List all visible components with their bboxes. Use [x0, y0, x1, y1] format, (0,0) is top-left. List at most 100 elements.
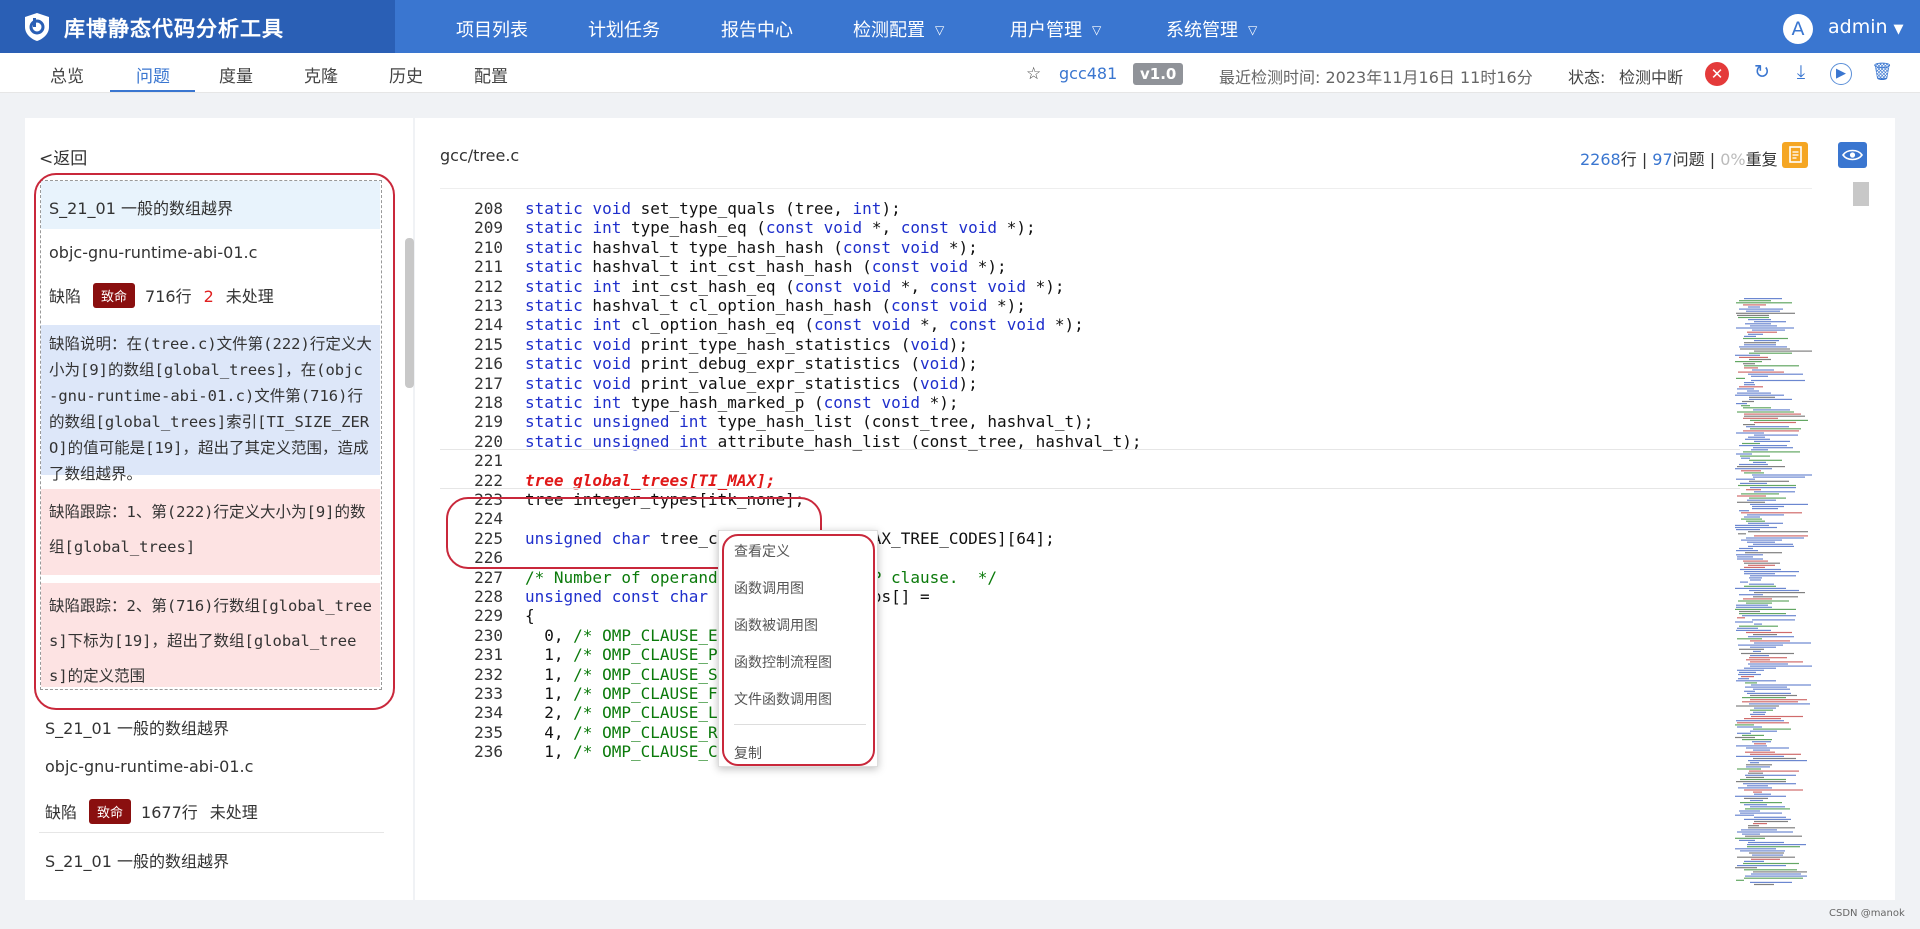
star-icon[interactable]: ☆ [1026, 64, 1041, 84]
code-minimap[interactable] [1730, 298, 1880, 898]
minimap-line [1753, 871, 1807, 873]
nav-scheduled-tasks[interactable]: 计划任务 [588, 16, 660, 42]
trash-icon[interactable]: 🗑 [1871, 63, 1893, 85]
minimap-line [1739, 613, 1786, 615]
minimap-line [1750, 579, 1761, 581]
minimap-line [1747, 844, 1806, 846]
minimap-line [1753, 596, 1798, 598]
minimap-line [1746, 766, 1770, 768]
minimap-line [1735, 736, 1755, 739]
minimap-line [1751, 873, 1801, 875]
minimap-line [1750, 699, 1807, 701]
minimap-line [1749, 497, 1786, 499]
minimap-line [1752, 505, 1784, 508]
download-icon[interactable]: ⤓ [1790, 63, 1812, 85]
nav-report-center[interactable]: 报告中心 [721, 16, 793, 42]
stop-icon[interactable]: ✕ [1705, 62, 1729, 86]
minimap-line [1753, 791, 1762, 793]
user-menu[interactable]: admin ▼ [1828, 16, 1904, 38]
minimap-line [1745, 682, 1757, 684]
minimap-line [1748, 827, 1795, 829]
minimap-line [1750, 655, 1769, 657]
minimap-line [1751, 858, 1780, 860]
minimap-line [1743, 598, 1772, 600]
issue-file: objc-gnu-runtime-abi-01.c [45, 757, 254, 776]
minimap-line [1744, 860, 1764, 862]
code-line[interactable]: 236 1, /* OMP_CLAUSE_COPYIN */ [440, 740, 1740, 764]
minimap-line [1746, 764, 1772, 766]
minimap-line [1746, 426, 1789, 428]
minimap-line [1737, 669, 1764, 671]
tab-config[interactable]: 配置 [474, 62, 508, 87]
eye-icon [1842, 149, 1863, 161]
minimap-line [1744, 797, 1768, 799]
issue-title[interactable]: S_21_01 一般的数组越界 [45, 715, 229, 739]
tab-overview[interactable]: 总览 [50, 62, 84, 87]
minimap-line [1750, 428, 1801, 430]
minimap-line [1754, 883, 1774, 886]
tab-issues[interactable]: 问题 [136, 62, 170, 87]
minimap-line [1746, 659, 1770, 661]
minimap-line [1736, 403, 1747, 405]
minimap-line [1747, 785, 1768, 787]
minimap-line [1739, 648, 1764, 650]
minimap-line [1745, 552, 1782, 554]
minimap-line [1736, 781, 1786, 783]
minimap-line [1736, 529, 1760, 531]
scrollbar-thumb[interactable] [405, 238, 414, 388]
shield-logo-icon [25, 13, 49, 41]
nav-system-management[interactable]: 系统管理 ▽ [1166, 16, 1257, 42]
play-icon[interactable]: ▶ [1830, 63, 1852, 85]
avatar[interactable]: A [1783, 14, 1813, 44]
scrollbar-thumb[interactable] [1853, 182, 1869, 206]
minimap-line [1742, 734, 1764, 736]
minimap-line [1735, 587, 1786, 589]
minimap-line [1751, 379, 1805, 382]
minimap-line [1736, 377, 1745, 379]
issue-title[interactable]: S_21_01 一般的数组越界 [45, 848, 229, 872]
minimap-line [1744, 667, 1776, 669]
minimap-line [1753, 650, 1761, 652]
minimap-line [1742, 739, 1772, 741]
minimap-line [1737, 392, 1771, 394]
minimap-line [1744, 335, 1756, 337]
tab-clones[interactable]: 克隆 [304, 62, 338, 87]
view-button[interactable] [1838, 142, 1867, 168]
brand[interactable]: 库博静态代码分析工具 [0, 0, 395, 53]
refresh-icon[interactable]: ↻ [1751, 63, 1773, 85]
minimap-line [1737, 638, 1762, 640]
minimap-line [1743, 783, 1796, 785]
tab-history[interactable]: 历史 [389, 62, 423, 87]
minimap-line [1735, 867, 1757, 869]
minimap-line [1749, 398, 1792, 400]
minimap-line [1750, 665, 1812, 667]
minimap-line [1747, 846, 1800, 848]
nav-user-management[interactable]: 用户管理 ▽ [1010, 16, 1101, 42]
minimap-line [1744, 342, 1776, 344]
minimap-line [1737, 722, 1789, 724]
back-button[interactable]: <返回 [39, 144, 87, 169]
tab-metrics[interactable]: 度量 [219, 62, 253, 87]
minimap-line [1754, 440, 1790, 442]
minimap-line [1739, 510, 1749, 512]
minimap-line [1751, 375, 1768, 377]
minimap-line [1737, 627, 1758, 629]
minimap-line [1737, 831, 1793, 833]
minimap-line [1746, 537, 1804, 539]
nav-project-list[interactable]: 项目列表 [456, 16, 528, 42]
minimap-line [1737, 768, 1761, 770]
minimap-line [1754, 707, 1776, 709]
minimap-line [1738, 533, 1746, 535]
minimap-line [1735, 524, 1769, 526]
document-button[interactable] [1782, 142, 1808, 168]
minimap-line [1739, 610, 1760, 613]
minimap-line [1741, 470, 1761, 472]
minimap-line [1748, 841, 1784, 844]
minimap-line [1739, 463, 1768, 466]
nav-detection-config[interactable]: 检测配置 ▽ [853, 16, 944, 42]
minimap-line [1752, 369, 1774, 371]
minimap-line [1735, 354, 1760, 356]
line-number: 236 [474, 742, 503, 762]
minimap-line [1753, 757, 1796, 760]
minimap-line [1735, 814, 1754, 816]
